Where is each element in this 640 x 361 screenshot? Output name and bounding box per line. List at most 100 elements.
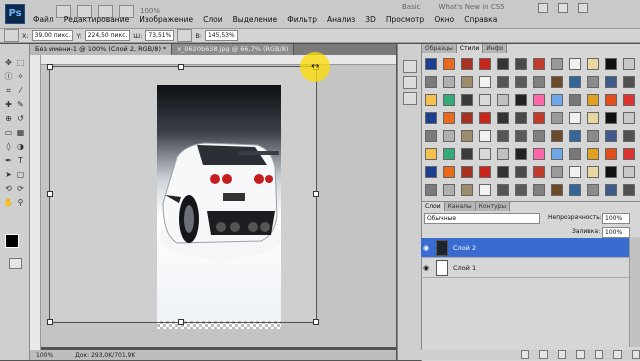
style-swatch[interactable] — [533, 184, 545, 196]
style-swatch[interactable] — [425, 184, 437, 196]
style-swatch[interactable] — [623, 58, 635, 70]
layer-row-1[interactable]: ◉ Слой 1 — [421, 258, 629, 278]
blend-mode-select[interactable]: Обычные — [424, 213, 540, 224]
transform-handle-top-left[interactable] — [47, 64, 53, 70]
zoom-tool-icon[interactable]: ⚲ — [15, 198, 26, 208]
tab-layers[interactable]: Слои — [422, 202, 445, 211]
style-swatch[interactable] — [587, 94, 599, 106]
brush-panel-icon[interactable] — [403, 92, 417, 105]
style-swatch[interactable] — [425, 130, 437, 142]
tab-paths[interactable]: Контуры — [475, 202, 511, 211]
menu-view[interactable]: Просмотр — [381, 14, 430, 26]
menu-analysis[interactable]: Анализ — [322, 14, 360, 26]
style-swatch[interactable] — [551, 112, 563, 124]
style-swatch[interactable] — [497, 76, 509, 88]
style-swatch[interactable] — [443, 112, 455, 124]
style-swatch[interactable] — [551, 58, 563, 70]
style-swatch[interactable] — [569, 112, 581, 124]
healing-tool-icon[interactable]: ✚ — [3, 100, 14, 110]
blur-tool-icon[interactable]: ◊ — [3, 142, 14, 152]
style-swatch[interactable] — [479, 94, 491, 106]
style-swatch[interactable] — [479, 148, 491, 160]
style-swatch[interactable] — [515, 94, 527, 106]
style-swatch[interactable] — [515, 76, 527, 88]
style-swatch[interactable] — [623, 130, 635, 142]
style-swatch[interactable] — [551, 148, 563, 160]
style-swatch[interactable] — [569, 166, 581, 178]
tab-styles[interactable]: Стили — [456, 44, 484, 53]
close-button[interactable] — [578, 3, 588, 13]
quick-mask-icon[interactable] — [9, 258, 22, 269]
hand-tool-icon[interactable]: ✋ — [3, 198, 14, 208]
x-field[interactable]: 39,00 пикс. — [31, 30, 74, 41]
style-swatch[interactable] — [461, 184, 473, 196]
style-swatch[interactable] — [587, 130, 599, 142]
tab-untitled-1[interactable]: Без имени-1 @ 100% (Слой 2, RGB/8) * — [30, 44, 173, 55]
style-swatch[interactable] — [443, 130, 455, 142]
menu-file[interactable]: Файл — [28, 14, 59, 26]
clone-tool-icon[interactable]: ⊕ — [3, 114, 14, 124]
style-swatch[interactable] — [497, 112, 509, 124]
menu-filter[interactable]: Фильтр — [282, 14, 322, 26]
transform-handle-bottom[interactable] — [178, 319, 184, 325]
style-swatch[interactable] — [623, 76, 635, 88]
style-swatch[interactable] — [515, 130, 527, 142]
eye-icon[interactable]: ◉ — [421, 264, 431, 272]
style-swatch[interactable] — [605, 130, 617, 142]
style-swatch[interactable] — [533, 112, 545, 124]
minimize-button[interactable] — [538, 3, 548, 13]
style-swatch[interactable] — [515, 166, 527, 178]
tab-jpg-image[interactable]: x_0620b638.jpg @ 66,7% (RGB/8) — [172, 44, 295, 55]
style-swatch[interactable] — [425, 148, 437, 160]
menu-layers[interactable]: Слои — [198, 14, 228, 26]
style-swatch[interactable] — [425, 76, 437, 88]
brush-tool-icon[interactable]: ✎ — [15, 100, 26, 110]
style-swatch[interactable] — [623, 166, 635, 178]
style-swatch[interactable] — [443, 184, 455, 196]
eye-icon[interactable]: ◉ — [421, 244, 431, 252]
eyedropper-icon[interactable]: ⁄ — [15, 86, 26, 96]
transform-handle-top[interactable] — [178, 64, 184, 70]
style-swatch[interactable] — [569, 76, 581, 88]
style-swatch[interactable] — [623, 94, 635, 106]
y-field[interactable]: 224,50 пикс. — [84, 30, 131, 41]
new-layer-icon[interactable] — [613, 350, 622, 359]
pen-tool-icon[interactable]: ✒ — [3, 156, 14, 166]
folder-icon[interactable] — [594, 350, 604, 359]
style-swatch[interactable] — [533, 148, 545, 160]
style-swatch[interactable] — [551, 76, 563, 88]
maximize-button[interactable] — [558, 3, 568, 13]
w-field[interactable]: 73,51% — [145, 30, 175, 41]
menu-edit[interactable]: Редактирование — [59, 14, 134, 26]
style-swatch[interactable] — [497, 94, 509, 106]
opacity-field[interactable]: 100% — [602, 213, 630, 224]
transform-handle-right[interactable] — [313, 191, 319, 197]
style-swatch[interactable] — [479, 76, 491, 88]
style-swatch[interactable] — [569, 148, 581, 160]
reference-point-icon[interactable] — [4, 29, 19, 42]
style-swatch[interactable] — [479, 184, 491, 196]
style-swatch[interactable] — [479, 166, 491, 178]
style-swatch[interactable] — [515, 184, 527, 196]
link-icon[interactable] — [177, 29, 193, 42]
style-swatch[interactable] — [587, 166, 599, 178]
style-swatch[interactable] — [515, 112, 527, 124]
3d-rotate-icon[interactable]: ⟲ — [3, 184, 14, 194]
style-swatch[interactable] — [479, 58, 491, 70]
crop-tool-icon[interactable]: ⌗ — [3, 86, 14, 96]
3d-camera-icon[interactable]: ⟳ — [15, 184, 26, 194]
menu-image[interactable]: Изображение — [134, 14, 198, 26]
style-swatch[interactable] — [551, 94, 563, 106]
style-swatch[interactable] — [533, 94, 545, 106]
style-swatch[interactable] — [497, 130, 509, 142]
marquee-tool-icon[interactable]: ⬚ — [15, 58, 26, 68]
style-swatch[interactable] — [425, 112, 437, 124]
layer-style-icon[interactable] — [539, 350, 548, 359]
style-swatch[interactable] — [569, 184, 581, 196]
style-swatch[interactable] — [605, 94, 617, 106]
style-swatch[interactable] — [515, 58, 527, 70]
move-tool-icon[interactable]: ✥ — [3, 58, 14, 68]
h-field[interactable]: 145,53% — [204, 30, 238, 41]
style-swatch[interactable] — [569, 94, 581, 106]
style-swatch[interactable] — [497, 148, 509, 160]
